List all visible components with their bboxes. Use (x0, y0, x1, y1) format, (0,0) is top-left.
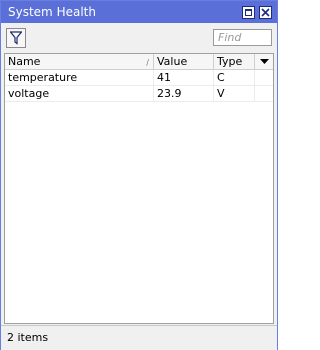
system-health-window: System Health Name ∕ Value Type (0, 0, 278, 350)
item-count: 2 items (7, 331, 49, 344)
close-icon[interactable] (259, 6, 272, 19)
cell-type: V (214, 86, 255, 101)
column-header-label: Value (157, 55, 188, 68)
column-header-name[interactable]: Name ∕ (5, 54, 154, 69)
cell-name: voltage (5, 86, 154, 101)
column-header-label: Name (8, 55, 41, 68)
column-chooser-button[interactable] (255, 54, 273, 69)
filter-icon (10, 31, 22, 45)
table-header: Name ∕ Value Type (5, 54, 273, 70)
cell-value: 41 (154, 70, 214, 85)
title-bar[interactable]: System Health (1, 1, 277, 23)
toolbar (1, 23, 277, 52)
maximize-icon[interactable] (242, 6, 255, 19)
items-table: Name ∕ Value Type temperature 41 C volta… (4, 53, 274, 324)
cell-name: temperature (5, 70, 154, 85)
window-title: System Health (8, 5, 96, 19)
chevron-down-icon (260, 59, 269, 64)
table-row[interactable]: voltage 23.9 V (5, 86, 273, 102)
cell-type: C (214, 70, 255, 85)
status-bar: 2 items (1, 325, 277, 350)
column-header-type[interactable]: Type (214, 54, 255, 69)
cell-value: 23.9 (154, 86, 214, 101)
column-header-value[interactable]: Value (154, 54, 214, 69)
sort-icon: ∕ (146, 58, 149, 67)
column-header-label: Type (217, 55, 243, 68)
filter-button[interactable] (6, 28, 26, 48)
find-input[interactable] (213, 29, 272, 46)
table-row[interactable]: temperature 41 C (5, 70, 273, 86)
